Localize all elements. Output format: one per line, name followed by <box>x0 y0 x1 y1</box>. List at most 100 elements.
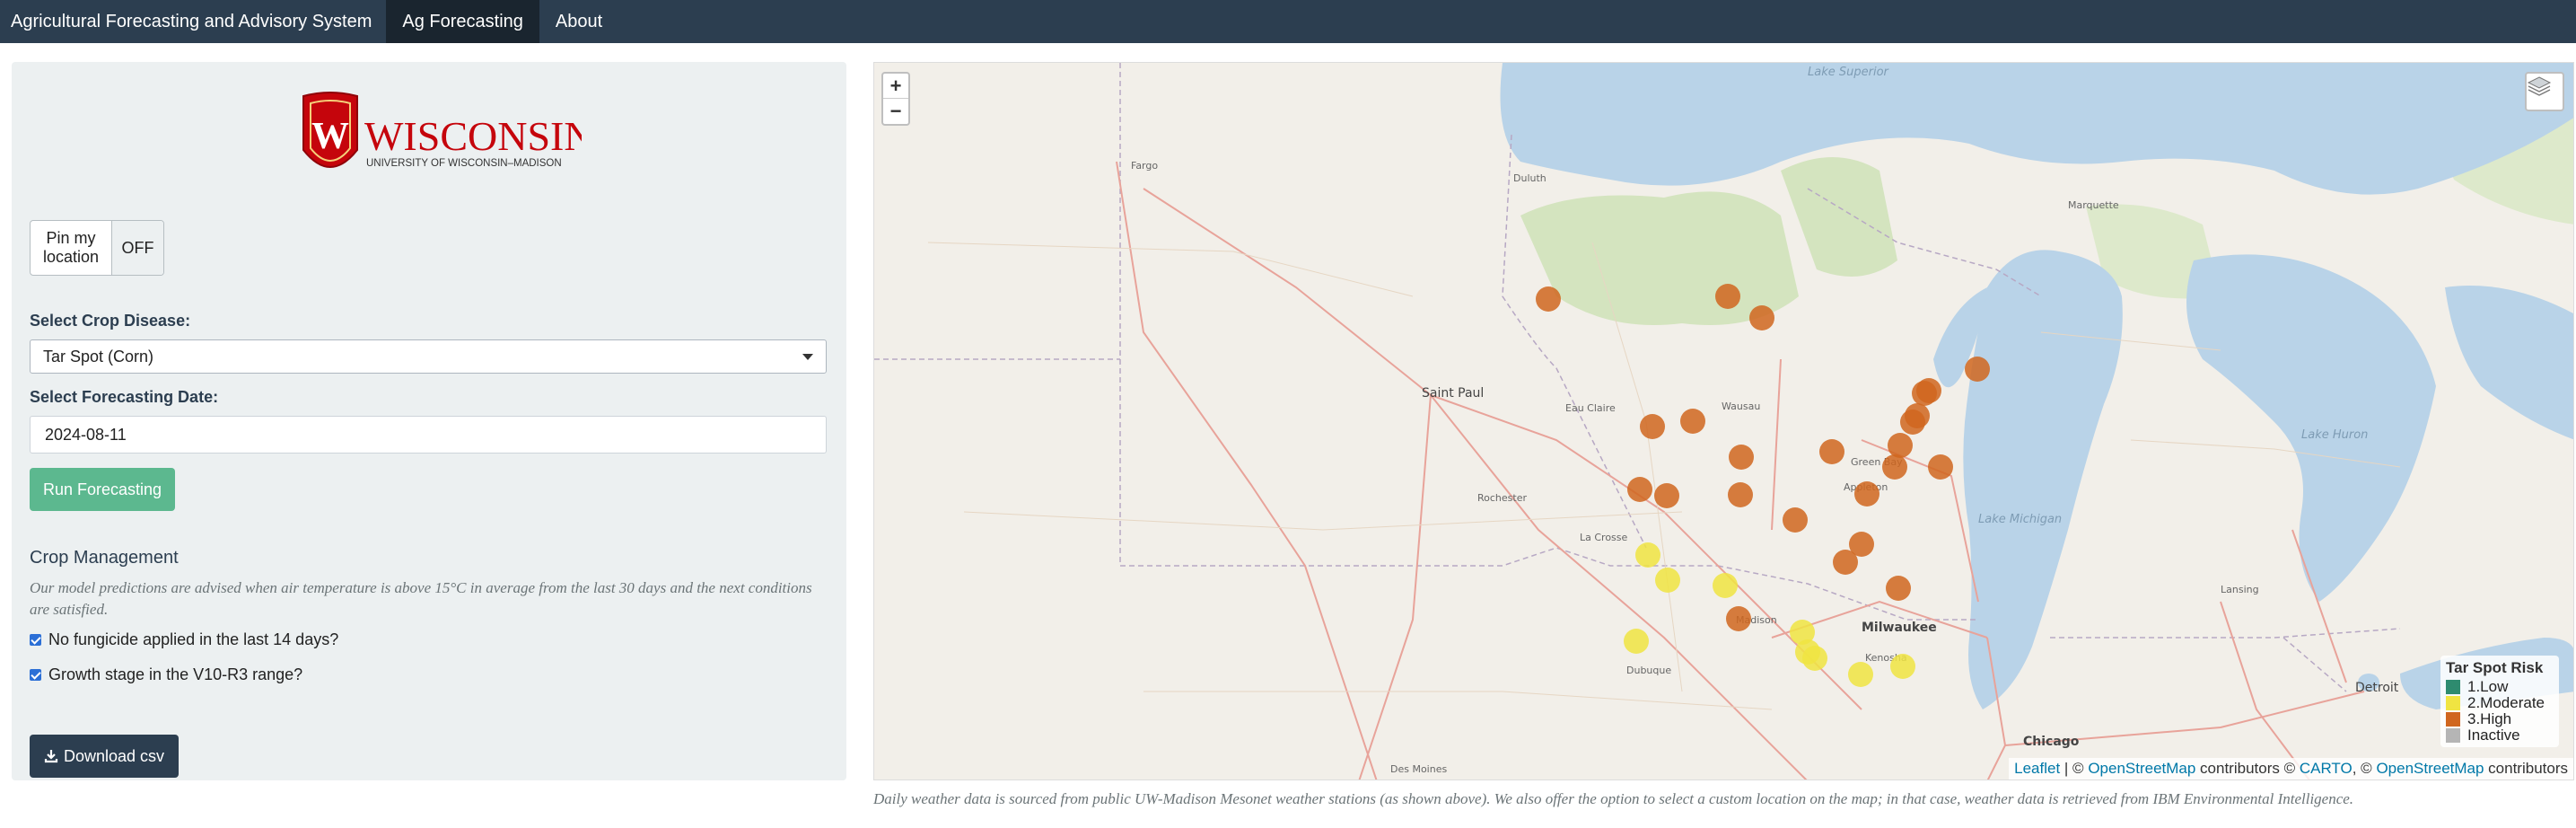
app-brand[interactable]: Agricultural Forecasting and Advisory Sy… <box>0 0 386 43</box>
label-detroit: Detroit <box>2355 681 2399 695</box>
station-marker-high[interactable] <box>1536 286 1561 312</box>
legend-title: Tar Spot Risk <box>2446 659 2544 676</box>
data-source-footnote: Daily weather data is sourced from publi… <box>873 790 2354 807</box>
download-icon <box>44 750 58 763</box>
map-basemap[interactable]: Lake Superior Lake Michigan Lake Huron S… <box>874 63 2574 780</box>
zoom-out-button[interactable]: − <box>883 99 908 124</box>
risk-legend: Tar Spot Risk 1.Low 2.Moderate 3.High In… <box>2440 656 2559 747</box>
pin-location-state[interactable]: OFF <box>111 221 163 275</box>
download-csv-label: Download csv <box>63 746 165 765</box>
station-marker-moderate[interactable] <box>1890 654 1915 679</box>
station-marker-high[interactable] <box>1833 550 1858 575</box>
legend-item-inactive: Inactive <box>2446 727 2554 744</box>
label-des-moines: Des Moines <box>1390 763 1447 775</box>
station-marker-high[interactable] <box>1854 481 1879 506</box>
station-marker-high[interactable] <box>1819 439 1844 464</box>
station-marker-high[interactable] <box>1965 357 1990 382</box>
risk-map[interactable]: Lake Superior Lake Michigan Lake Huron S… <box>873 62 2574 780</box>
tab-about[interactable]: About <box>539 0 618 43</box>
check-growth-stage-label: Growth stage in the V10-R3 range? <box>48 665 303 683</box>
station-marker-high[interactable] <box>1715 284 1740 309</box>
station-marker-high[interactable] <box>1886 576 1911 601</box>
label-lake-michigan: Lake Michigan <box>1978 513 2062 526</box>
station-marker-high[interactable] <box>1640 414 1665 439</box>
label-chicago: Chicago <box>2023 735 2080 749</box>
chevron-down-icon <box>802 353 813 360</box>
map-attribution: Leaflet | © OpenStreetMap contributors ©… <box>2009 758 2573 780</box>
attrib-text: contributors <box>2484 760 2568 777</box>
station-marker-high[interactable] <box>1726 606 1751 631</box>
label-fargo: Fargo <box>1131 160 1158 172</box>
station-marker-high[interactable] <box>1928 454 1953 480</box>
logo-crest-letter: W <box>311 116 349 157</box>
station-marker-high[interactable] <box>1916 378 1941 403</box>
attrib-text: , © <box>2352 760 2377 777</box>
uw-madison-logo: W WISCONSIN UNIVERSITY OF WISCONSIN–MADI… <box>294 87 594 186</box>
station-marker-moderate[interactable] <box>1848 662 1873 687</box>
osm-link[interactable]: OpenStreetMap <box>2088 760 2195 777</box>
zoom-in-button[interactable]: + <box>883 74 908 99</box>
station-marker-high[interactable] <box>1783 507 1808 533</box>
legend-label: 1.Low <box>2467 678 2509 695</box>
navbar: Agricultural Forecasting and Advisory Sy… <box>0 0 2576 43</box>
label-saint-paul: Saint Paul <box>1422 386 1484 401</box>
station-marker-moderate[interactable] <box>1713 573 1738 598</box>
label-duluth: Duluth <box>1513 172 1546 184</box>
legend-swatch <box>2446 696 2460 710</box>
run-forecasting-button[interactable]: Run Forecasting <box>30 468 175 511</box>
carto-link[interactable]: CARTO <box>2300 760 2353 777</box>
legend-swatch <box>2446 680 2460 694</box>
sidebar-panel: W WISCONSIN UNIVERSITY OF WISCONSIN–MADI… <box>12 62 846 780</box>
forecast-date-input[interactable]: 2024-08-11 <box>30 416 827 454</box>
label-lansing: Lansing <box>2221 584 2259 595</box>
checkbox-no-fungicide[interactable] <box>30 634 41 646</box>
layers-icon[interactable] <box>2525 72 2564 111</box>
legend-label: 2.Moderate <box>2467 694 2545 711</box>
disease-select-value: Tar Spot (Corn) <box>43 347 154 366</box>
crop-management-note: Our model predictions are advised when a… <box>30 579 812 618</box>
zoom-control: + − <box>881 72 910 126</box>
label-la-crosse: La Crosse <box>1580 532 1628 543</box>
osm-link-2[interactable]: OpenStreetMap <box>2376 760 2484 777</box>
station-marker-moderate[interactable] <box>1635 542 1660 568</box>
legend-item-high: 3.High <box>2446 711 2554 727</box>
label-wausau: Wausau <box>1722 401 1760 412</box>
attrib-text: contributors © <box>2195 760 2300 777</box>
legend-item-moderate: 2.Moderate <box>2446 695 2554 711</box>
station-marker-high[interactable] <box>1729 445 1754 470</box>
station-marker-high[interactable] <box>1882 454 1907 480</box>
label-lake-superior: Lake Superior <box>1808 66 1890 79</box>
tab-ag-forecasting[interactable]: Ag Forecasting <box>386 0 539 43</box>
label-lake-huron: Lake Huron <box>2301 428 2368 442</box>
station-marker-high[interactable] <box>1888 433 1913 458</box>
legend-item-low: 1.Low <box>2446 679 2554 695</box>
legend-label: Inactive <box>2467 727 2520 744</box>
label-milwaukee: Milwaukee <box>1862 621 1937 635</box>
pin-location-toggle[interactable]: Pin my location OFF <box>30 220 164 276</box>
station-marker-moderate[interactable] <box>1624 629 1649 654</box>
label-rochester: Rochester <box>1477 492 1527 504</box>
station-marker-moderate[interactable] <box>1655 568 1680 593</box>
legend-label: 3.High <box>2467 710 2512 727</box>
label-eau-claire: Eau Claire <box>1565 402 1616 414</box>
check-growth-stage[interactable]: Growth stage in the V10-R3 range? <box>30 665 302 684</box>
station-marker-high[interactable] <box>1749 305 1774 330</box>
pin-location-label: Pin my location <box>42 229 100 266</box>
check-no-fungicide[interactable]: No fungicide applied in the last 14 days… <box>30 630 338 649</box>
station-marker-moderate[interactable] <box>1802 646 1827 671</box>
download-csv-button[interactable]: Download csv <box>30 735 179 778</box>
logo-wordmark: WISCONSIN <box>364 113 582 159</box>
station-marker-high[interactable] <box>1900 410 1925 435</box>
disease-select[interactable]: Tar Spot (Corn) <box>30 339 827 374</box>
station-marker-high[interactable] <box>1680 409 1705 434</box>
label-marquette: Marquette <box>2068 199 2119 211</box>
date-label: Select Forecasting Date: <box>30 388 219 406</box>
leaflet-link[interactable]: Leaflet <box>2014 760 2060 777</box>
station-marker-high[interactable] <box>1627 477 1652 502</box>
crop-management-title: Crop Management <box>30 548 179 568</box>
logo-subtitle: UNIVERSITY OF WISCONSIN–MADISON <box>366 158 562 169</box>
station-marker-high[interactable] <box>1728 482 1753 507</box>
checkbox-growth-stage[interactable] <box>30 669 41 681</box>
station-marker-high[interactable] <box>1654 483 1679 508</box>
label-dubuque: Dubuque <box>1626 665 1671 676</box>
